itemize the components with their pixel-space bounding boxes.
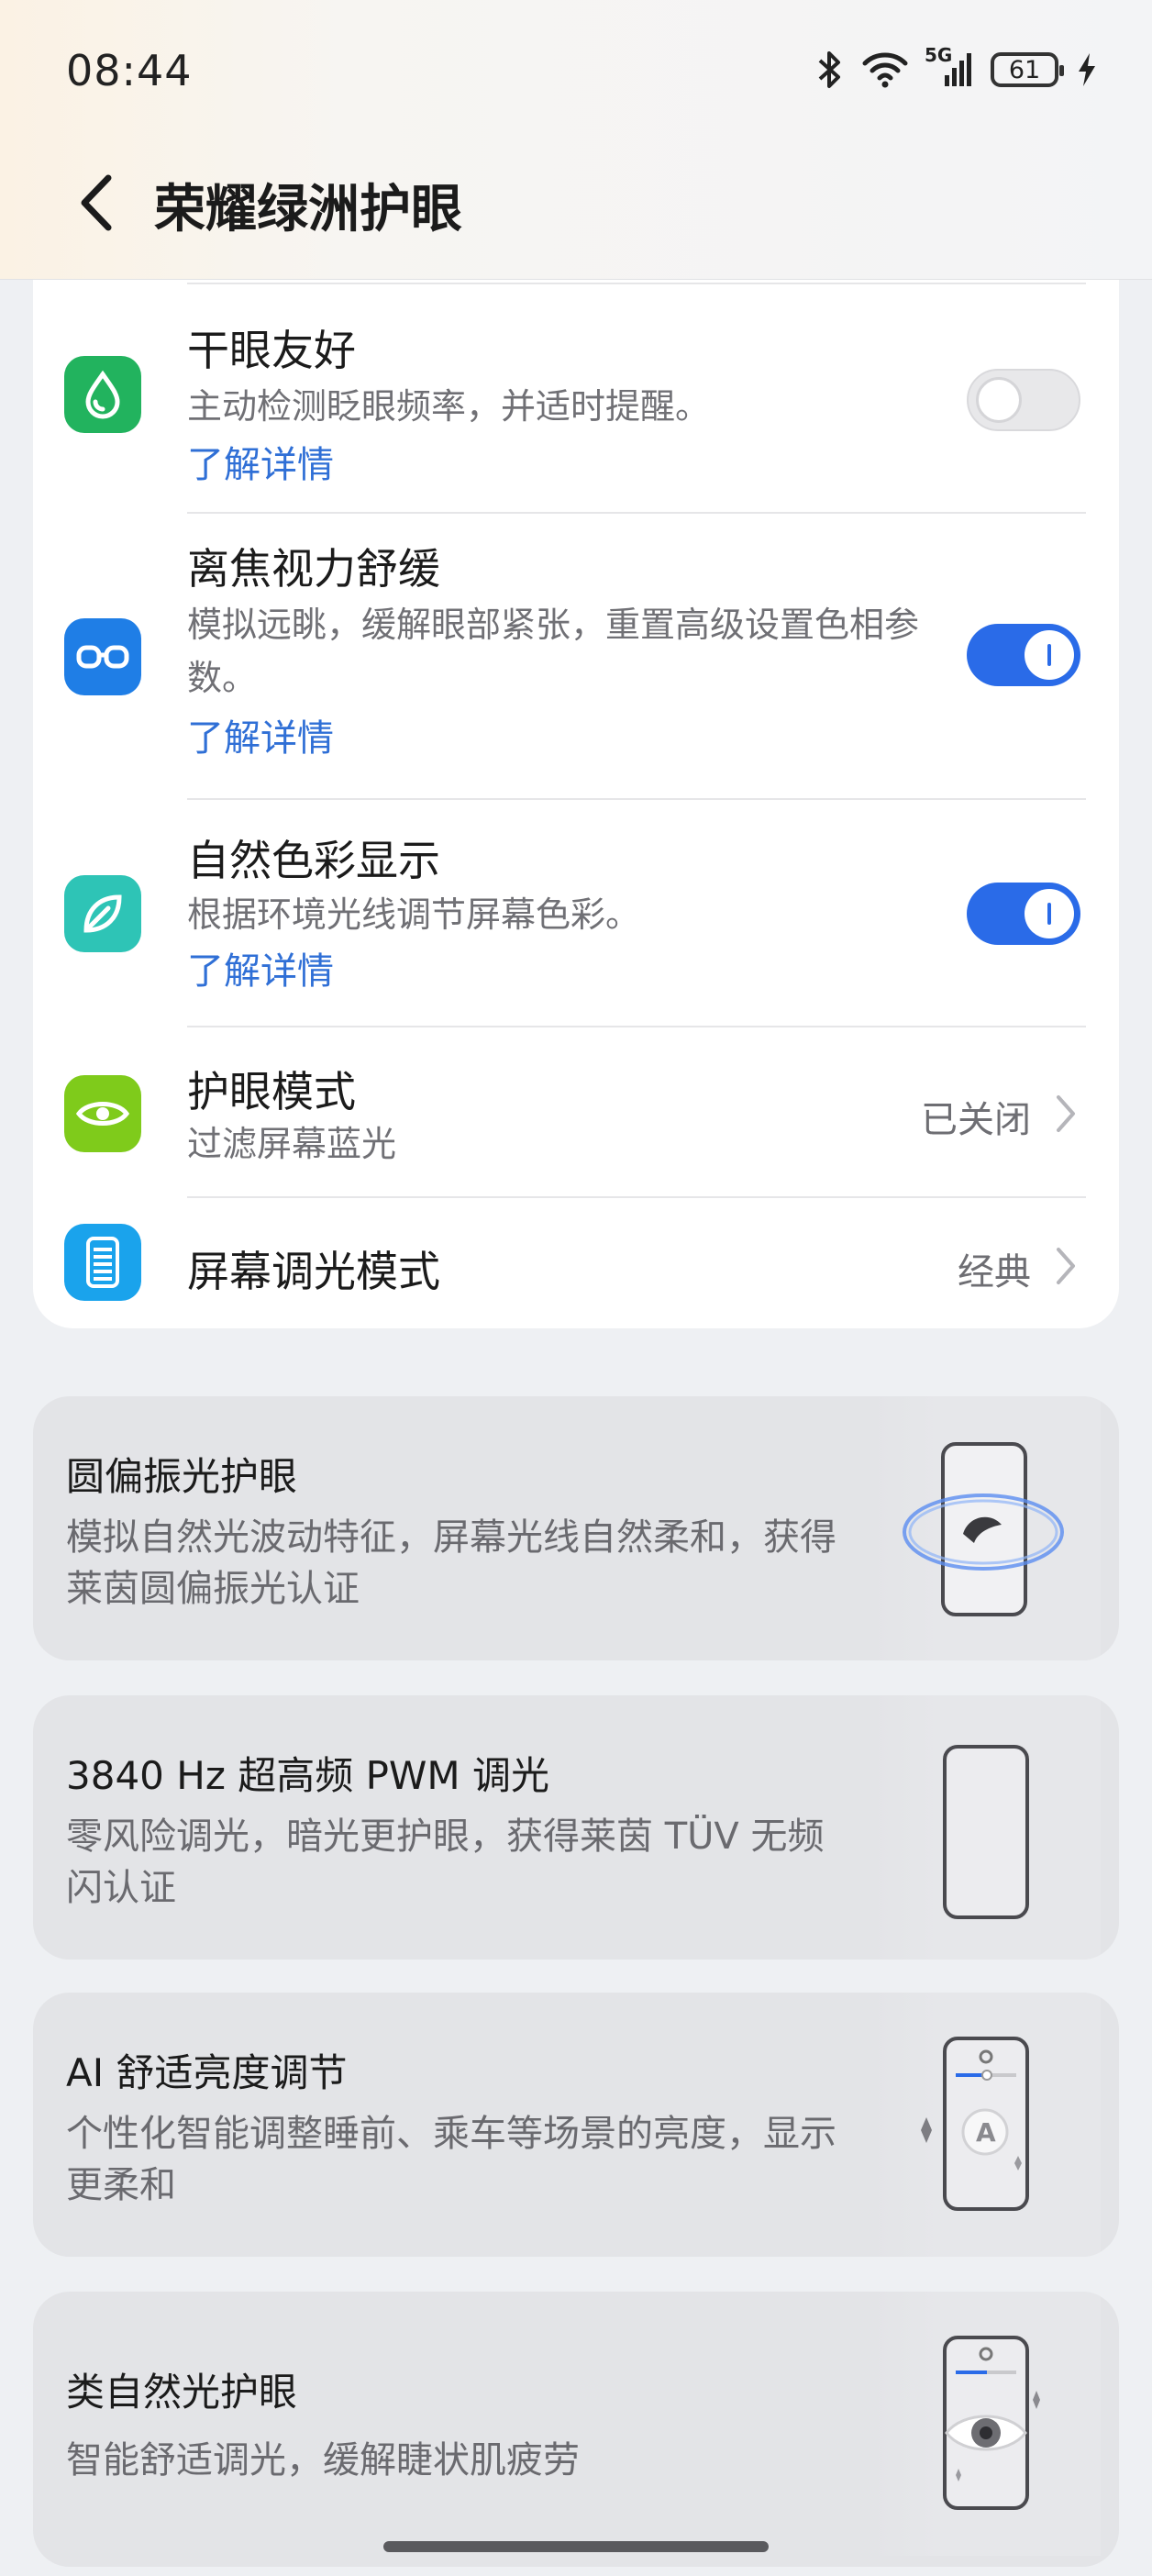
settings-card: 干眼友好 主动检测眨眼频率，并适时提醒。 了解详情 离焦视力舒缓 模拟远眺，缓解… (33, 275, 1119, 1328)
feature-title: 圆偏振光护眼 (66, 1454, 298, 1499)
wifi-icon (862, 52, 908, 88)
status-time: 08:44 (66, 46, 193, 95)
status-icons: 5G 61 (816, 44, 1097, 90)
feature-illustration (871, 1695, 1101, 1960)
back-arrow-icon[interactable] (72, 171, 123, 235)
learn-more-link[interactable]: 了解详情 (187, 435, 334, 488)
phone-icon (943, 1745, 1029, 1919)
natural-color-toggle[interactable] (967, 883, 1080, 945)
battery-icon: 61 (991, 52, 1064, 87)
chevron-right-icon (1057, 1095, 1075, 1132)
app-bar: 08:44 5G 61 荣耀绿洲护眼 (0, 0, 1152, 280)
feature-card-natural-light[interactable]: 类自然光护眼 智能舒适调光，缓解睫状肌疲劳 (33, 2292, 1119, 2567)
dry-eye-toggle[interactable] (967, 369, 1080, 431)
eye-comfort-status: 已关闭 (921, 1099, 1031, 1141)
chevron-right-icon (1057, 1248, 1075, 1284)
dimming-mode-value: 经典 (958, 1251, 1031, 1294)
feature-illustration (871, 1396, 1101, 1660)
home-indicator[interactable] (383, 2541, 769, 2552)
setting-desc: 主动检测眨眼频率，并适时提醒。 (187, 386, 711, 427)
feature-desc: 智能舒适调光，缓解睫状肌疲劳 (66, 2439, 580, 2482)
feature-card-ai-brightness[interactable]: AI 舒适亮度调节 个性化智能调整睡前、乘车等场景的亮度，显示更柔和 A (33, 1993, 1119, 2257)
setting-desc: 过滤屏幕蓝光 (187, 1124, 397, 1164)
feature-title: AI 舒适亮度调节 (66, 2050, 348, 2095)
feature-desc: 个性化智能调整睡前、乘车等场景的亮度，显示更柔和 (66, 2113, 836, 2206)
feature-desc: 模拟自然光波动特征，屏幕光线自然柔和，获得莱茵圆偏振光认证 (66, 1516, 836, 1610)
phone-polarized-light-icon (903, 1442, 1064, 1616)
page-title: 荣耀绿洲护眼 (154, 180, 462, 239)
phone-ai-brightness-icon: A (921, 2037, 1029, 2211)
setting-row-dimming-mode[interactable]: 屏幕调光模式 经典 (33, 1198, 1119, 1328)
defocus-toggle[interactable] (967, 624, 1080, 686)
signal-indicator: 5G (925, 44, 972, 88)
network-type-label: 5G (925, 44, 953, 66)
setting-row-natural-color: 自然色彩显示 根据环境光线调节屏幕色彩。 了解详情 (33, 800, 1119, 1027)
setting-row-defocus: 离焦视力舒缓 模拟远眺，缓解眼部紧张，重置高级设置色相参数。 了解详情 (33, 514, 1119, 798)
battery-level: 61 (1008, 55, 1041, 84)
water-drop-icon (64, 356, 141, 433)
learn-more-link[interactable]: 了解详情 (187, 708, 334, 761)
setting-row-dry-eye: 干眼友好 主动检测眨眼频率，并适时提醒。 了解详情 (33, 284, 1119, 512)
setting-title: 护眼模式 (187, 1067, 356, 1116)
feature-title: 类自然光护眼 (66, 2370, 298, 2415)
setting-title: 离焦视力舒缓 (187, 544, 440, 594)
feature-illustration: A (871, 1993, 1101, 2257)
phone-eye-icon (943, 2336, 1040, 2510)
feature-title: 3840 Hz 超高频 PWM 调光 (66, 1753, 550, 1798)
charging-bolt-icon (1079, 53, 1095, 86)
feature-card-pwm-dimming[interactable]: 3840 Hz 超高频 PWM 调光 零风险调光，暗光更护眼，获得莱茵 TÜV … (33, 1695, 1119, 1960)
bluetooth-icon (818, 51, 840, 88)
feature-card-circular-polarized[interactable]: 圆偏振光护眼 模拟自然光波动特征，屏幕光线自然柔和，获得莱茵圆偏振光认证 (33, 1396, 1119, 1660)
toggle-knob (976, 377, 1022, 423)
setting-desc: 根据环境光线调节屏幕色彩。 (187, 894, 641, 935)
feature-desc: 零风险调光，暗光更护眼，获得莱茵 TÜV 无频闪认证 (66, 1815, 825, 1909)
glasses-icon (64, 618, 141, 695)
svg-text:A: A (976, 2117, 996, 2148)
setting-desc: 模拟远眺，缓解眼部紧张，重置高级设置色相参数。 (187, 605, 920, 698)
eye-icon (64, 1075, 141, 1152)
toggle-knob (1025, 630, 1074, 680)
setting-row-eye-comfort[interactable]: 护眼模式 过滤屏幕蓝光 已关闭 (33, 1027, 1119, 1198)
setting-title: 干眼友好 (187, 326, 356, 375)
leaf-icon (64, 875, 141, 952)
toggle-knob (1025, 889, 1074, 938)
learn-more-link[interactable]: 了解详情 (187, 941, 334, 994)
dimming-bars-icon (64, 1224, 141, 1301)
feature-illustration (871, 2292, 1101, 2556)
setting-title: 自然色彩显示 (187, 836, 440, 885)
setting-title: 屏幕调光模式 (187, 1247, 440, 1296)
